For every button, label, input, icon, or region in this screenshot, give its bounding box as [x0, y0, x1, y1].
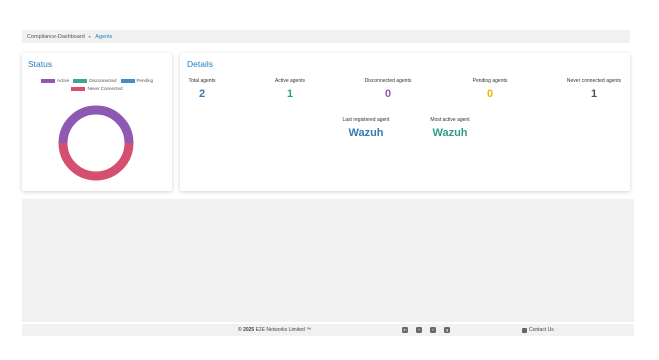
linkedin-icon[interactable]: in: [402, 326, 408, 333]
contact-us-link[interactable]: Contact Us: [522, 327, 554, 333]
stat-label: Active agents: [274, 78, 306, 84]
github-icon[interactable]: g: [444, 326, 450, 333]
breadcrumb: Compliance-Dashboard ▸ Agents: [22, 30, 630, 43]
footer-copyright: © 2025 E2E Networks Limited ™: [238, 327, 311, 333]
legend-swatch-disconnected: [73, 78, 88, 83]
status-donut-chart: [58, 105, 134, 181]
copyright-company: E2E Networks Limited ™: [254, 327, 312, 333]
stat-label: Total agents: [188, 78, 216, 84]
stat-most-active-agent: Most active agent Wazuh: [424, 117, 476, 139]
footer-socials: in f t g: [402, 326, 450, 333]
donut-slice-never-connected[interactable]: [58, 142, 134, 181]
stat-never-connected-agents: Never connected agents 1: [564, 78, 624, 100]
stat-label: Never connected agents: [566, 78, 622, 84]
stat-value: 0: [384, 88, 392, 100]
legend-label-disconnected: Disconnected: [89, 78, 117, 83]
legend-label-never-connected: Never Connected: [87, 86, 123, 91]
status-legend: Active Disconnected Pending Never Connec…: [22, 78, 172, 94]
content-area: [22, 199, 634, 322]
stat-total-agents: Total agents 2: [186, 78, 218, 100]
legend-label-active: Active: [56, 78, 70, 83]
stat-label: Last registered agent: [342, 117, 390, 123]
donut-slice-active[interactable]: [58, 105, 134, 144]
last-registered-agent-link[interactable]: Wazuh: [336, 127, 396, 139]
details-panel: Details Total agents 2 Active agents 1 D…: [180, 53, 630, 191]
stat-label: Pending agents: [472, 78, 508, 84]
legend-item-active[interactable]: Active: [40, 78, 70, 83]
stat-disconnected-agents: Disconnected agents 0: [362, 78, 414, 100]
legend-swatch-pending: [120, 78, 135, 83]
mail-icon: [522, 327, 527, 333]
most-active-agent-link[interactable]: Wazuh: [424, 127, 476, 139]
contact-us-label: Contact Us: [529, 327, 554, 333]
facebook-icon[interactable]: f: [416, 326, 422, 333]
legend-item-never-connected[interactable]: Never Connected: [71, 86, 123, 91]
legend-swatch-never-connected: [71, 86, 86, 91]
stat-label: Most active agent: [430, 117, 470, 123]
status-title: Status: [28, 59, 53, 69]
copyright-year: © 2025: [238, 327, 255, 333]
stat-value: 2: [198, 88, 206, 100]
breadcrumb-root-link[interactable]: Compliance-Dashboard: [27, 34, 85, 40]
details-title: Details: [187, 59, 213, 69]
stat-value: 1: [286, 88, 294, 100]
breadcrumb-current-link[interactable]: Agents: [95, 34, 112, 40]
stat-label: Disconnected agents: [364, 78, 412, 84]
stat-value: 1: [590, 88, 598, 100]
status-panel: Status Active Disconnected Pending Never…: [22, 53, 172, 191]
legend-item-pending[interactable]: Pending: [120, 78, 154, 83]
stat-last-registered-agent: Last registered agent Wazuh: [336, 117, 396, 139]
legend-swatch-active: [40, 78, 55, 83]
stat-pending-agents: Pending agents 0: [470, 78, 510, 100]
legend-item-disconnected[interactable]: Disconnected: [73, 78, 117, 83]
legend-label-pending: Pending: [136, 78, 154, 83]
stat-value: 0: [486, 88, 494, 100]
breadcrumb-separator-icon: ▸: [88, 33, 92, 40]
footer: © 2025 E2E Networks Limited ™ in f t g C…: [22, 324, 634, 336]
twitter-icon[interactable]: t: [430, 326, 436, 333]
stat-active-agents: Active agents 1: [270, 78, 310, 100]
